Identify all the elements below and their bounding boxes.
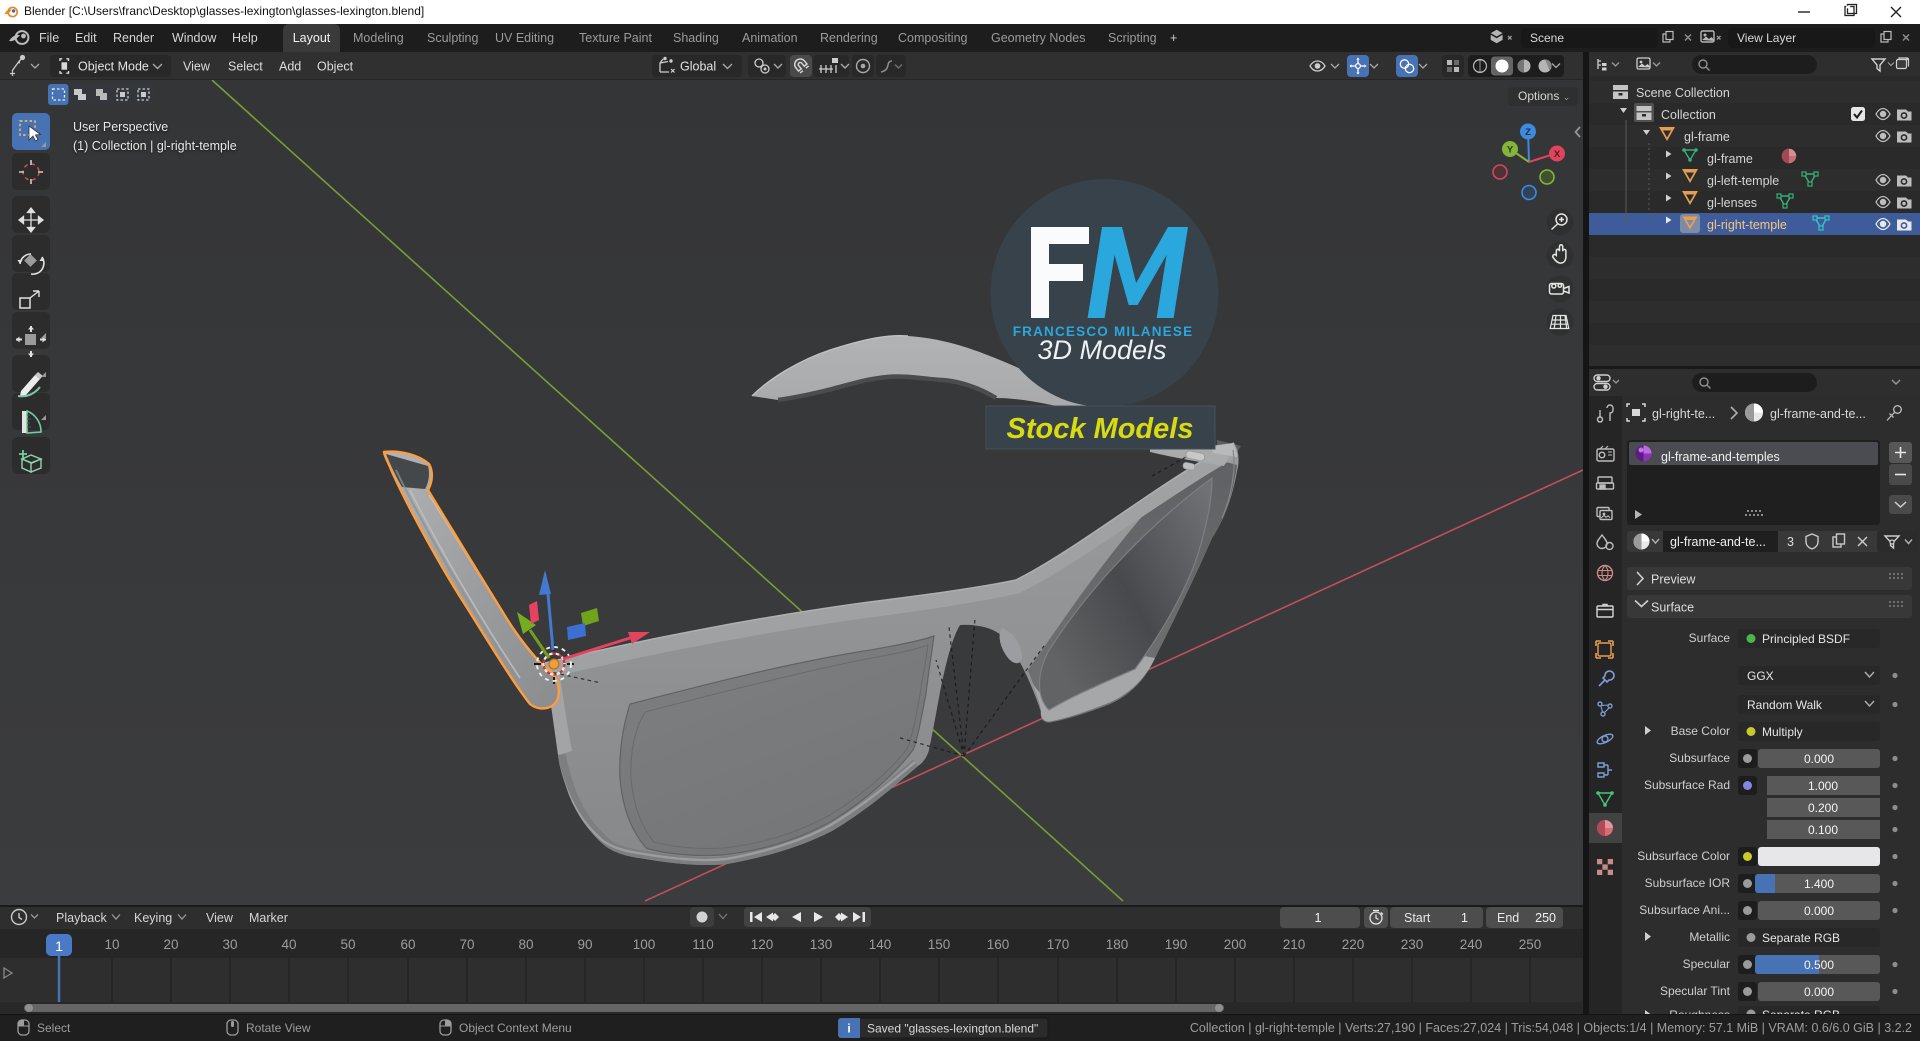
svg-text:30: 30 xyxy=(222,937,237,952)
svg-text:Subsurface: Subsurface xyxy=(1669,751,1730,765)
svg-text:Object Mode: Object Mode xyxy=(78,60,149,74)
svg-text:GGX: GGX xyxy=(1747,669,1774,683)
svg-text:Metallic: Metallic xyxy=(1689,930,1730,944)
svg-text:Subsurface Color: Subsurface Color xyxy=(1637,849,1730,863)
svg-text:Separate RGB: Separate RGB xyxy=(1762,931,1840,945)
svg-text:80: 80 xyxy=(518,937,533,952)
svg-text:View: View xyxy=(206,911,234,925)
svg-text:End: End xyxy=(1497,911,1519,925)
svg-text:Scene: Scene xyxy=(1530,31,1564,45)
svg-text:gl-lenses: gl-lenses xyxy=(1707,196,1757,210)
svg-text:1.000: 1.000 xyxy=(1808,779,1838,793)
svg-text:Multiply: Multiply xyxy=(1762,725,1803,739)
svg-text:Object Context Menu: Object Context Menu xyxy=(459,1021,572,1035)
svg-text:3D Models: 3D Models xyxy=(1037,335,1166,365)
svg-text:130: 130 xyxy=(810,937,833,952)
svg-text:100: 100 xyxy=(633,937,656,952)
svg-text:Surface: Surface xyxy=(1689,631,1731,645)
svg-text:Random Walk: Random Walk xyxy=(1747,698,1823,712)
svg-text:Stock Models: Stock Models xyxy=(1007,413,1194,445)
svg-text:210: 210 xyxy=(1283,937,1306,952)
svg-text:Base Color: Base Color xyxy=(1671,724,1730,738)
svg-text:10: 10 xyxy=(104,937,119,952)
svg-text:Keying: Keying xyxy=(134,911,172,925)
svg-text:3: 3 xyxy=(1787,535,1794,549)
svg-text:110: 110 xyxy=(692,937,714,952)
svg-text:Saved "glasses-lexington.blend: Saved "glasses-lexington.blend" xyxy=(867,1022,1038,1036)
svg-text:Global: Global xyxy=(680,60,716,74)
svg-text:Playback: Playback xyxy=(56,911,107,925)
svg-text:Add: Add xyxy=(279,60,301,74)
svg-text:20: 20 xyxy=(163,937,178,952)
svg-text:160: 160 xyxy=(987,937,1010,952)
svg-text:250: 250 xyxy=(1535,911,1556,925)
svg-text:0.000: 0.000 xyxy=(1804,904,1834,918)
svg-text:240: 240 xyxy=(1460,937,1483,952)
svg-text:gl-frame-and-temples: gl-frame-and-temples xyxy=(1661,450,1780,464)
svg-text:gl-frame: gl-frame xyxy=(1684,130,1730,144)
svg-text:140: 140 xyxy=(869,937,892,952)
svg-text:i: i xyxy=(847,1022,850,1036)
svg-text:0.500: 0.500 xyxy=(1804,958,1834,972)
svg-text:Select: Select xyxy=(37,1021,71,1035)
svg-text:Y: Y xyxy=(1507,145,1514,156)
svg-text:Rotate View: Rotate View xyxy=(246,1021,311,1035)
svg-text:View Layer: View Layer xyxy=(1737,31,1796,45)
svg-text:Object: Object xyxy=(317,60,354,74)
svg-text:Specular Tint: Specular Tint xyxy=(1660,984,1731,998)
svg-text:120: 120 xyxy=(751,937,774,952)
svg-text:Collection | gl-right-temple |: Collection | gl-right-temple | Verts:27,… xyxy=(1190,1021,1912,1035)
svg-text:1: 1 xyxy=(55,938,63,954)
svg-text:90: 90 xyxy=(577,937,592,952)
svg-text:Select: Select xyxy=(228,60,263,74)
svg-text:Collection: Collection xyxy=(1661,108,1716,122)
svg-text:50: 50 xyxy=(340,937,355,952)
svg-text:70: 70 xyxy=(459,937,474,952)
svg-text:1: 1 xyxy=(1461,911,1468,925)
svg-text:Subsurface Ani...: Subsurface Ani... xyxy=(1639,903,1730,917)
svg-text:170: 170 xyxy=(1047,937,1070,952)
svg-text:0.000: 0.000 xyxy=(1804,985,1834,999)
svg-text:Principled BSDF: Principled BSDF xyxy=(1762,632,1850,646)
svg-text:Marker: Marker xyxy=(249,911,288,925)
svg-text:0.100: 0.100 xyxy=(1808,823,1838,837)
svg-text:250: 250 xyxy=(1519,937,1542,952)
svg-text:1.400: 1.400 xyxy=(1804,877,1834,891)
svg-text:Specular: Specular xyxy=(1683,957,1730,971)
svg-text:150: 150 xyxy=(928,937,951,952)
svg-text:gl-right-temple: gl-right-temple xyxy=(1707,218,1787,232)
svg-text:40: 40 xyxy=(281,937,296,952)
svg-text:1: 1 xyxy=(1315,911,1322,925)
svg-text:Z: Z xyxy=(1525,127,1531,138)
svg-text:220: 220 xyxy=(1342,937,1365,952)
svg-text:gl-frame-and-te...: gl-frame-and-te... xyxy=(1770,407,1866,421)
svg-text:230: 230 xyxy=(1401,937,1424,952)
svg-text:Start: Start xyxy=(1404,911,1431,925)
svg-text:X: X xyxy=(1554,149,1561,160)
svg-text:gl-left-temple: gl-left-temple xyxy=(1707,174,1779,188)
svg-text:Subsurface Rad: Subsurface Rad xyxy=(1644,778,1730,792)
svg-text:gl-frame: gl-frame xyxy=(1707,152,1753,166)
svg-text:60: 60 xyxy=(400,937,415,952)
svg-text:Surface: Surface xyxy=(1651,601,1694,615)
svg-text:Scene Collection: Scene Collection xyxy=(1636,86,1730,100)
svg-text:180: 180 xyxy=(1106,937,1129,952)
svg-text:View: View xyxy=(183,60,211,74)
svg-text:200: 200 xyxy=(1224,937,1247,952)
svg-text:Preview: Preview xyxy=(1651,573,1696,587)
svg-text:gl-right-te...: gl-right-te... xyxy=(1652,407,1715,421)
svg-text:0.200: 0.200 xyxy=(1808,801,1838,815)
svg-text:Subsurface IOR: Subsurface IOR xyxy=(1645,876,1731,890)
svg-text:190: 190 xyxy=(1165,937,1188,952)
svg-text:gl-frame-and-te...: gl-frame-and-te... xyxy=(1670,535,1766,549)
svg-text:0.000: 0.000 xyxy=(1804,752,1834,766)
